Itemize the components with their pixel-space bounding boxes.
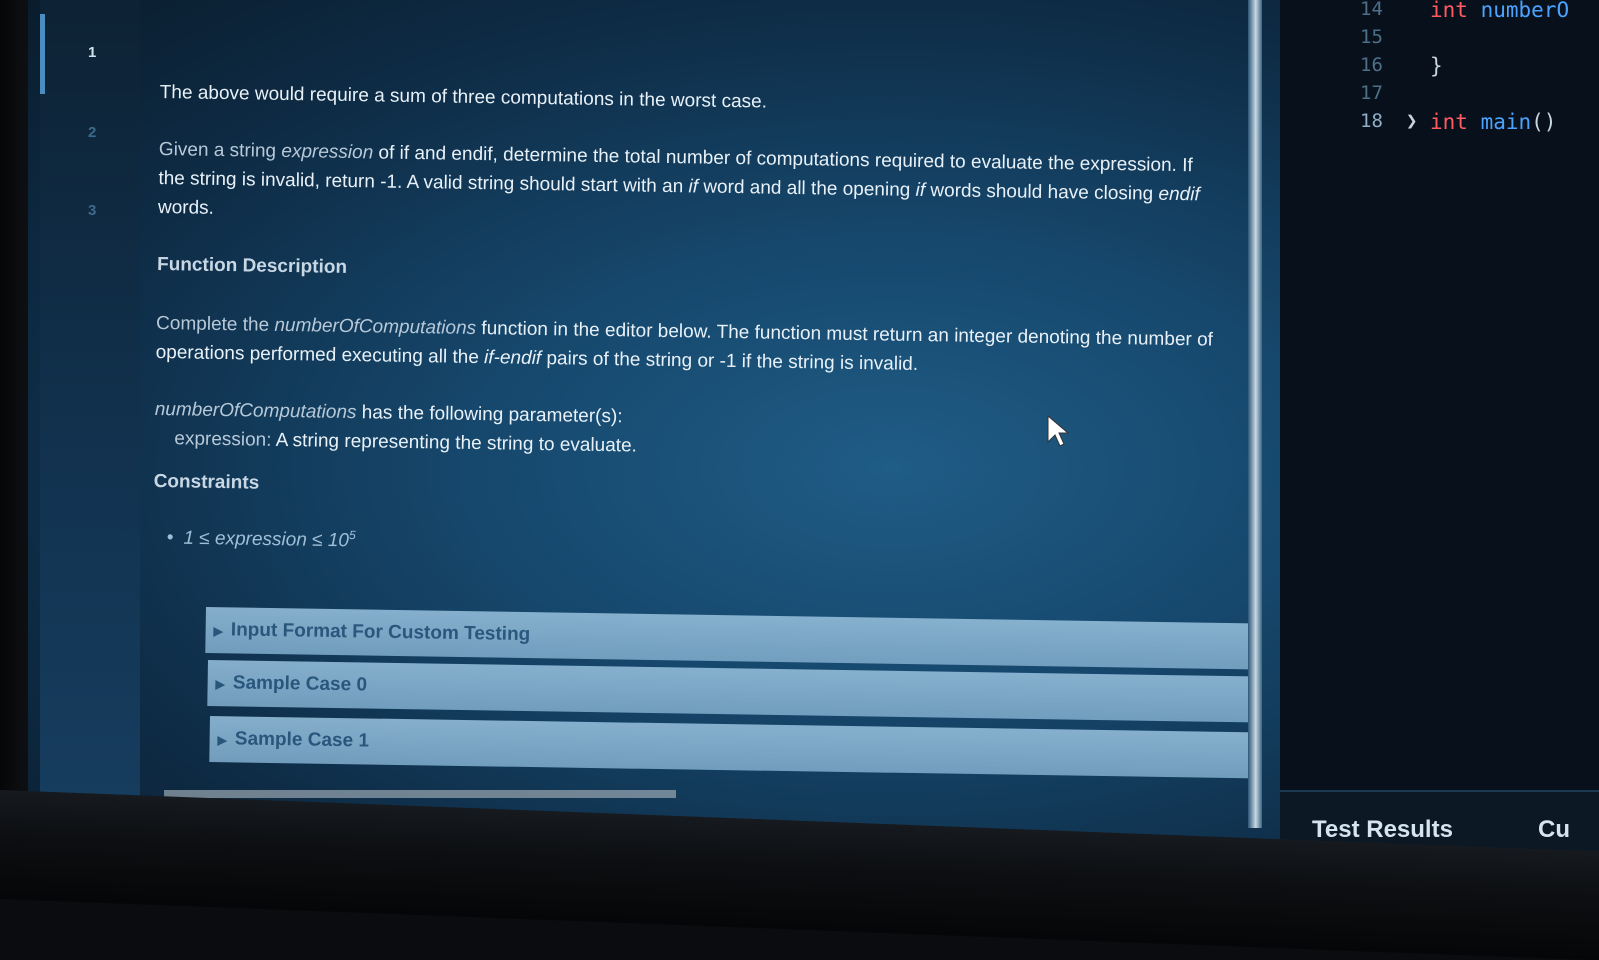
code-editor[interactable]: 14 int numberO 15 16 } 17 18 ❯ int main(… <box>1280 0 1599 790</box>
given-paragraph: Given a string expression of if and endi… <box>157 138 1200 219</box>
constraints-heading: Constraints <box>153 470 260 494</box>
question-number-2[interactable]: 2 <box>88 124 96 141</box>
complete-paragraph: Complete the numberOfComputations functi… <box>155 312 1214 375</box>
question-nav-gutter: 1 2 3 <box>40 0 140 850</box>
function-description-heading: Function Description <box>156 253 348 278</box>
tab-test-results[interactable]: Test Results <box>1312 816 1453 844</box>
horizontal-scrollbar[interactable] <box>164 790 676 798</box>
input-format-section[interactable]: ▶ Input Format For Custom Testing <box>205 607 1251 670</box>
question-number-3[interactable]: 3 <box>88 202 96 219</box>
mouse-pointer-icon <box>1047 414 1070 447</box>
tab-custom[interactable]: Cu <box>1538 816 1570 844</box>
worst-case-text: The above would require a sum of three c… <box>159 81 768 113</box>
fold-chevron-icon[interactable]: ❯ <box>1406 110 1417 132</box>
active-question-indicator <box>40 14 45 94</box>
expand-triangle-icon: ▶ <box>215 677 225 692</box>
param-description: A string representing the string to eval… <box>271 429 638 457</box>
expand-triangle-icon: ▶ <box>213 624 223 639</box>
param-name: expression: <box>174 428 272 451</box>
constraint-item: • 1 ≤ expression ≤ 105 <box>166 527 356 552</box>
pane-divider[interactable] <box>1248 0 1262 828</box>
sample-case-0-section[interactable]: ▶ Sample Case 0 <box>207 660 1253 723</box>
question-number-1[interactable]: 1 <box>88 44 96 61</box>
problem-statement: The above would require a sum of three c… <box>153 78 1220 569</box>
expand-triangle-icon: ▶ <box>217 733 227 748</box>
sample-case-1-section[interactable]: ▶ Sample Case 1 <box>209 716 1255 779</box>
